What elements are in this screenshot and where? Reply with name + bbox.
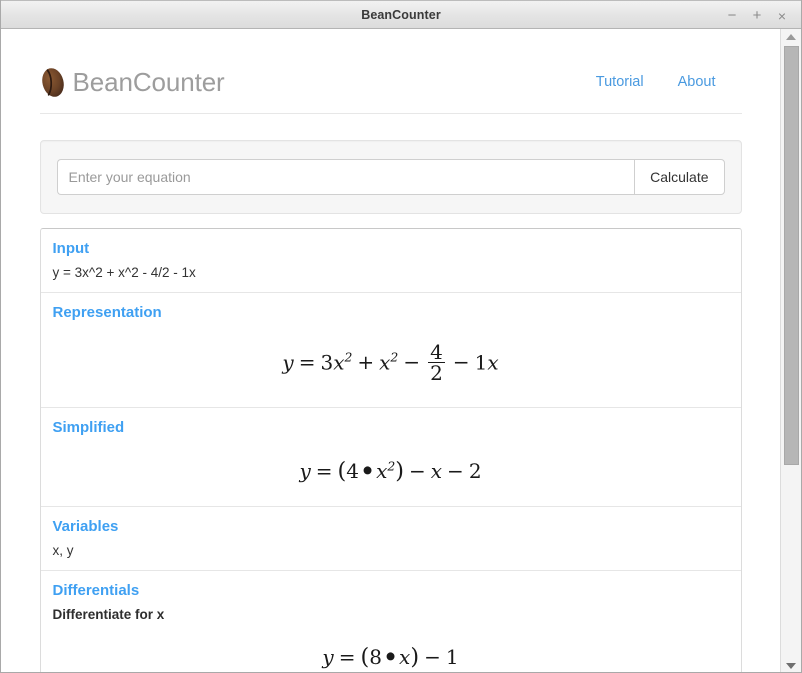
simplified-minus-2: − [447, 458, 464, 483]
application-window: BeanCounter − + × BeanCounter Tutorial A… [0, 0, 802, 673]
web-page: BeanCounter Tutorial About Calculate [1, 29, 780, 672]
input-equation-text: y = 3x^2 + x^2 - 4/2 - 1x [52, 265, 196, 280]
diffx-open-paren: ( [360, 643, 370, 670]
section-title-input: Input [52, 240, 90, 257]
page-container: BeanCounter Tutorial About Calculate [39, 29, 742, 672]
triangle-up-icon [786, 33, 796, 40]
simplified-term2: x [430, 458, 443, 483]
math-term4-var: x [487, 350, 499, 375]
nav-link-about[interactable]: About [678, 74, 716, 90]
section-title-simplified: Simplified [52, 418, 125, 436]
section-input: Input y = 3x^2 + x^2 - 4/2 - 1x [40, 229, 741, 293]
scroll-down-button[interactable] [781, 658, 801, 672]
minimize-button[interactable]: − [721, 5, 743, 27]
math-term1-coef: 3 [320, 350, 334, 375]
coffee-bean-icon [40, 67, 66, 98]
simplified-math: y = (4 ● x2) − x −2 [53, 444, 729, 494]
simplified-term3: 2 [468, 458, 482, 483]
equation-input[interactable] [56, 159, 635, 195]
brand-link[interactable]: BeanCounter [40, 67, 225, 98]
math-plus: + [357, 350, 375, 375]
diffx-var: x [399, 644, 411, 669]
differentiate-for-x-label: Differentiate for x [52, 606, 165, 622]
maximize-button[interactable]: + [746, 5, 768, 27]
math-lhs: y [282, 350, 294, 375]
section-title-differentials: Differentials [52, 581, 140, 599]
representation-math: y = 3x2 + x2−4 2−1x [53, 329, 729, 395]
section-title-representation: Representation [52, 304, 162, 321]
section-title-variables: Variables [52, 517, 119, 535]
site-header: BeanCounter Tutorial About [39, 51, 742, 114]
window-controls: − + × [721, 1, 793, 30]
page-viewport: BeanCounter Tutorial About Calculate [1, 29, 801, 672]
diffx-close-paren: ) [410, 643, 420, 670]
simplified-equals: = [315, 458, 333, 483]
diffx-term: 1 [445, 644, 459, 669]
math-term1-exp: 2 [344, 349, 353, 365]
window-titlebar: BeanCounter − + × [1, 0, 801, 29]
simplified-var: x [376, 458, 388, 483]
math-term1-var: x [333, 350, 345, 375]
scroll-up-button[interactable] [781, 29, 801, 44]
close-button[interactable]: × [771, 5, 793, 27]
diffx-equals: = [338, 644, 356, 669]
diffx-lhs: y [322, 644, 334, 669]
simplified-close-paren: ) [395, 457, 404, 484]
math-fraction: 42 [428, 342, 445, 384]
calculate-button[interactable]: Calculate [634, 159, 725, 195]
triangle-down-icon [786, 662, 796, 669]
section-simplified: Simplified y = (4 ● x2) − x −2 [40, 408, 741, 507]
simplified-coef: 4 [346, 458, 359, 483]
math-fraction-denominator: 2 [428, 361, 445, 386]
differentiate-for-x-math: y = (8 ● x) −1 [53, 622, 729, 672]
math-equals: = [298, 350, 316, 375]
math-minus-2: − [452, 350, 470, 375]
section-differentials: Differentials Differentiate for x y = (8 ● x… [41, 571, 741, 672]
vertical-scrollbar[interactable] [780, 29, 801, 672]
simplified-open-paren: ( [337, 457, 347, 484]
math-term2-exp: 2 [390, 349, 399, 365]
variables-list: x, y [52, 542, 74, 558]
equation-input-group: Calculate [56, 159, 725, 195]
window-title: BeanCounter [361, 7, 441, 22]
math-fraction-numerator: 4 [430, 340, 443, 364]
brand-title: BeanCounter [72, 66, 225, 97]
diffx-minus: − [424, 644, 441, 669]
math-term2-var: x [379, 350, 391, 375]
results-panel: Input y = 3x^2 + x^2 - 4/2 - 1x Represen… [39, 228, 742, 672]
simplified-multiply-dot: ● [363, 464, 373, 477]
equation-search-panel: Calculate [39, 140, 742, 214]
diffx-multiply-dot: ● [385, 650, 396, 663]
section-variables: Variables x, y [40, 507, 741, 571]
simplified-minus-1: − [409, 458, 426, 483]
math-term4-coef: 1 [474, 350, 488, 375]
section-representation: Representation y = 3x2 + x2−4 2−1x [40, 293, 741, 408]
math-minus-1: − [403, 350, 421, 375]
nav-link-tutorial[interactable]: Tutorial [596, 74, 644, 90]
main-nav: Tutorial About [596, 74, 742, 90]
scrollbar-thumb[interactable] [784, 46, 799, 465]
simplified-lhs: y [299, 458, 311, 483]
diffx-coef: 8 [369, 644, 382, 669]
